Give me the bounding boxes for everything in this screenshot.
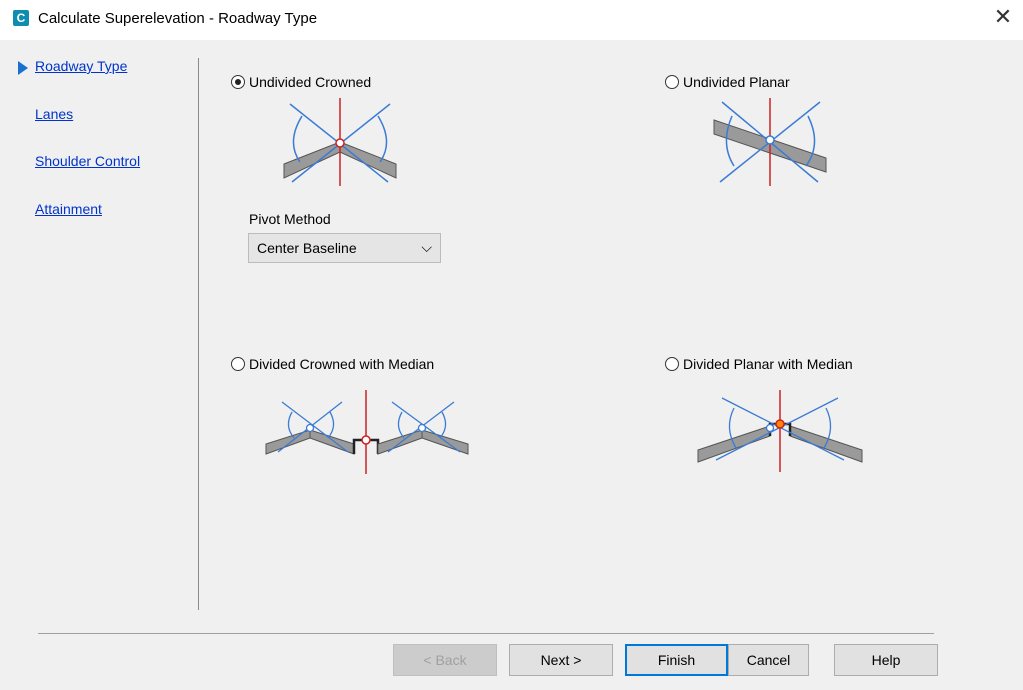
app-logo-icon: C bbox=[13, 10, 29, 26]
radio-divided-planar-median[interactable]: Divided Planar with Median bbox=[665, 356, 853, 372]
radio-undivided-crowned[interactable]: Undivided Crowned bbox=[231, 74, 371, 90]
window-title: Calculate Superelevation - Roadway Type bbox=[38, 10, 318, 27]
radio-label: Divided Crowned with Median bbox=[249, 356, 435, 372]
pivot-method-value: Center Baseline bbox=[257, 240, 357, 256]
pivot-method-label: Pivot Method bbox=[249, 211, 331, 227]
radio-label: Undivided Planar bbox=[683, 74, 790, 90]
finish-button[interactable]: Finish bbox=[625, 644, 728, 676]
radio-selected-indicator bbox=[231, 75, 245, 89]
divided-crowned-median-diagram-icon bbox=[265, 390, 469, 474]
pivot-method-dropdown[interactable]: Center Baseline ⌵ bbox=[248, 233, 441, 263]
radio-unselected-indicator bbox=[665, 357, 679, 371]
radio-unselected-indicator bbox=[231, 357, 245, 371]
back-button[interactable]: < Back bbox=[393, 644, 497, 676]
nav-link-lanes[interactable]: Lanes bbox=[35, 106, 73, 122]
undivided-crowned-diagram-icon bbox=[283, 98, 397, 186]
current-step-arrow-icon bbox=[18, 61, 28, 75]
radio-label: Divided Planar with Median bbox=[683, 356, 853, 372]
chevron-down-icon: ⌵ bbox=[421, 239, 432, 255]
title-bar: C Calculate Superelevation - Roadway Typ… bbox=[0, 0, 1023, 40]
footer-divider bbox=[38, 633, 934, 634]
divided-planar-median-diagram-icon bbox=[697, 390, 863, 472]
radio-unselected-indicator bbox=[665, 75, 679, 89]
radio-undivided-planar[interactable]: Undivided Planar bbox=[665, 74, 790, 90]
nav-link-shoulder-control[interactable]: Shoulder Control bbox=[35, 153, 140, 169]
nav-link-attainment[interactable]: Attainment bbox=[35, 201, 102, 217]
radio-label: Undivided Crowned bbox=[249, 74, 372, 90]
close-button[interactable]: ✕ bbox=[991, 6, 1015, 30]
nav-link-roadway-type[interactable]: Roadway Type bbox=[35, 58, 127, 74]
cancel-button[interactable]: Cancel bbox=[728, 644, 809, 676]
radio-divided-crowned-median[interactable]: Divided Crowned with Median bbox=[231, 356, 434, 372]
nav-divider bbox=[198, 58, 199, 610]
next-button[interactable]: Next > bbox=[509, 644, 613, 676]
help-button[interactable]: Help bbox=[834, 644, 938, 676]
undivided-planar-diagram-icon bbox=[713, 98, 827, 186]
